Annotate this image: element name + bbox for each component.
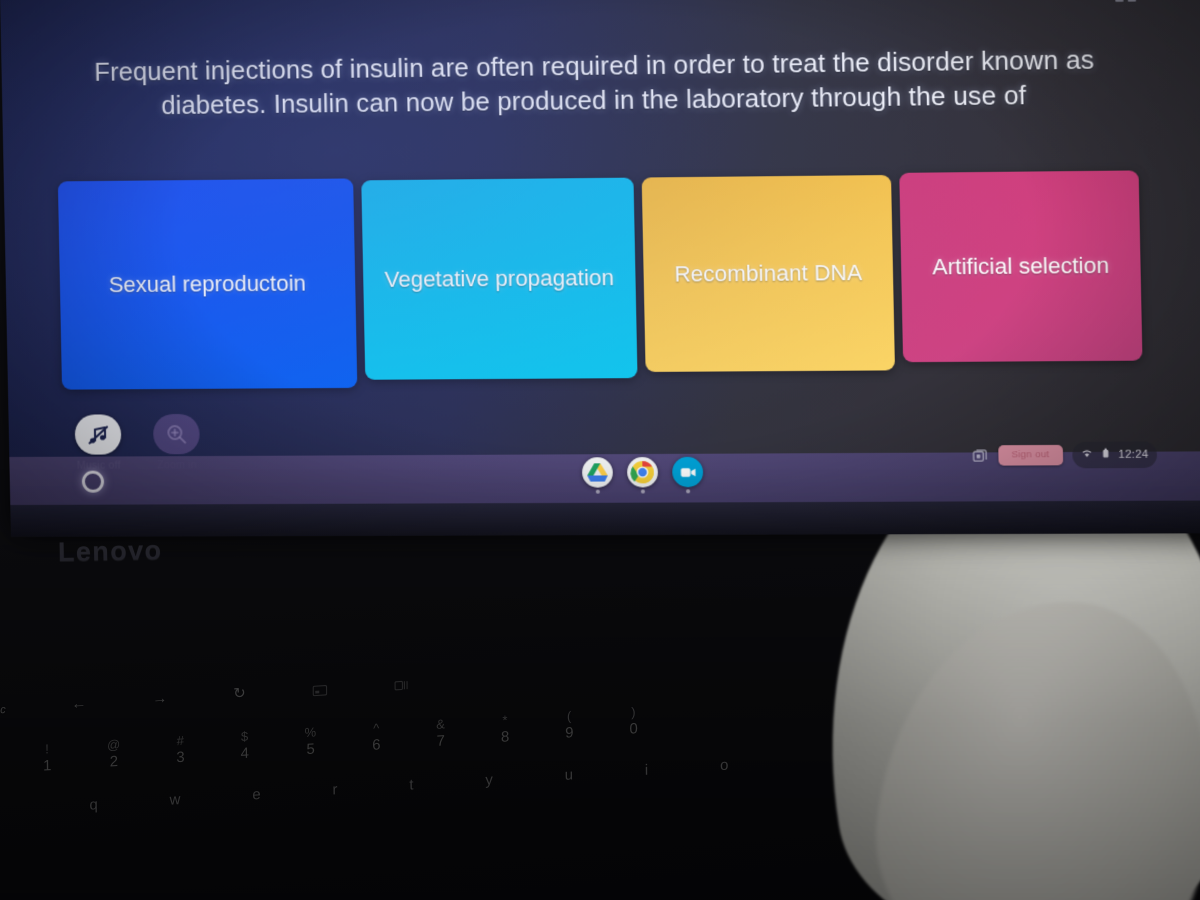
app-running-dot <box>640 489 646 494</box>
key-w[interactable]: w <box>170 791 181 809</box>
chrome-icon[interactable] <box>626 456 659 494</box>
quiz-screen: Frequent injections of insulin are often… <box>0 0 1200 538</box>
answer-option-1-label: Sexual reproductoin <box>108 270 307 297</box>
shelf-status-area: Sign out 12:24 <box>971 441 1158 469</box>
shelf-app-list <box>581 456 704 494</box>
photo-scene: Frequent injections of insulin are often… <box>0 0 1200 900</box>
key-4[interactable]: $ 4 <box>240 729 249 762</box>
key-7[interactable]: & 7 <box>436 716 445 749</box>
camera-icon[interactable] <box>671 456 704 494</box>
key-fullscreen[interactable] <box>312 683 328 697</box>
lenovo-logo: Lenovo <box>57 535 163 567</box>
system-tray[interactable]: 12:24 <box>1072 441 1158 469</box>
answer-option-3[interactable]: Recombinant DNA <box>641 174 895 372</box>
keyboard-number-row: ! 1 @ 2 # 3 $ 4 % 5 ^ 6 & 7 * 8 (9) 0 <box>43 704 638 774</box>
sign-out-button[interactable]: Sign out <box>997 444 1064 466</box>
key-i[interactable]: i <box>645 762 649 779</box>
key-q[interactable]: q <box>89 796 98 814</box>
keyboard-function-row: esc ← → ↻ <box>0 675 410 717</box>
key-5[interactable]: % 5 <box>305 724 317 757</box>
key-6[interactable]: ^ 6 <box>372 720 381 753</box>
key-3[interactable]: # 3 <box>176 733 185 766</box>
key-r[interactable]: r <box>332 781 337 798</box>
key-o[interactable]: o <box>720 757 729 775</box>
answer-option-4[interactable]: Artificial selection <box>899 170 1143 363</box>
laptop-screen: Frequent injections of insulin are often… <box>0 0 1200 538</box>
answer-option-1[interactable]: Sexual reproductoin <box>57 178 358 390</box>
key-8[interactable]: * 8 <box>501 712 510 745</box>
key-overview[interactable] <box>393 678 409 692</box>
key-back[interactable]: ← <box>71 695 86 713</box>
key-reload[interactable]: ↻ <box>233 685 246 703</box>
answer-option-4-label: Artificial selection <box>932 252 1110 280</box>
app-running-dot <box>595 489 600 494</box>
key-e[interactable]: e <box>252 786 261 804</box>
fullscreen-expand-icon[interactable] <box>1110 0 1142 5</box>
overview-windows-icon[interactable] <box>971 447 989 464</box>
magnifier-plus-icon[interactable] <box>152 413 200 455</box>
drive-icon[interactable] <box>581 457 614 494</box>
answer-option-2[interactable]: Vegetative propagation <box>361 177 638 380</box>
answer-option-3-label: Recombinant DNA <box>674 259 863 287</box>
app-running-dot <box>685 489 691 494</box>
clock: 12:24 <box>1118 448 1149 461</box>
key-forward[interactable]: → <box>152 690 167 708</box>
question-text: Frequent injections of insulin are often… <box>93 46 1095 121</box>
key-t[interactable]: t <box>409 776 413 793</box>
keyboard-letter-row: q w e r t y u i o <box>89 757 729 814</box>
key-1[interactable]: ! 1 <box>43 741 52 774</box>
key-9[interactable]: ( 9 <box>565 708 574 741</box>
screen-bottom-reflection <box>10 500 1200 538</box>
key-2[interactable]: @ 2 <box>107 737 121 770</box>
launcher-circle-icon[interactable] <box>81 470 105 493</box>
answer-options: Sexual reproductoin Vegetative propagati… <box>57 170 1143 390</box>
music-note-muted-icon[interactable] <box>74 414 122 455</box>
key-y[interactable]: y <box>485 771 493 788</box>
key-0[interactable]: ) 0 <box>629 704 638 737</box>
answer-option-2-label: Vegetative propagation <box>384 264 615 292</box>
battery-icon <box>1099 446 1112 464</box>
key-esc[interactable]: esc <box>0 704 6 718</box>
wifi-icon <box>1080 446 1093 464</box>
key-u[interactable]: u <box>565 766 574 784</box>
